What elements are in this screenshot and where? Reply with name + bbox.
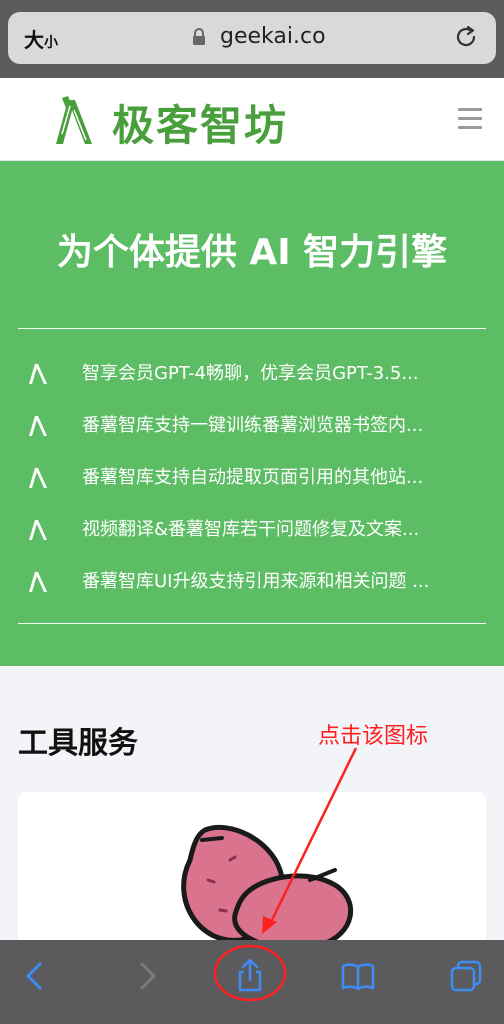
divider [18, 623, 486, 624]
menu-icon[interactable] [458, 108, 482, 130]
lock-icon [193, 28, 205, 45]
hero-section: 为个体提供 AI 智力引擎 智享会员GPT-4畅聊，优享会员GPT-3.5...… [0, 161, 504, 666]
logo-icon[interactable] [48, 92, 104, 148]
book-icon[interactable] [340, 958, 376, 994]
news-item[interactable]: 智享会员GPT-4畅聊，优享会员GPT-3.5... [0, 354, 504, 394]
annotation-circle [213, 944, 287, 1002]
news-bullet-icon [29, 416, 47, 436]
news-text: 番薯智库支持一键训练番薯浏览器书签内... [82, 415, 424, 436]
section-title: 工具服务 [18, 726, 138, 761]
reload-icon[interactable] [454, 24, 480, 50]
brand-name[interactable]: 极客智坊 [112, 92, 288, 153]
site-header: 极客智坊 [0, 78, 504, 161]
text-size-button[interactable]: 大小 [24, 24, 58, 53]
address-bar[interactable]: 大小 geekai.co [8, 12, 496, 64]
news-item[interactable]: 番薯智库支持自动提取页面引用的其他站... [0, 458, 504, 498]
news-text: 智享会员GPT-4畅聊，优享会员GPT-3.5... [82, 363, 419, 384]
tabs-icon[interactable] [448, 958, 484, 994]
chevron-right-icon[interactable] [128, 958, 164, 994]
news-text: 番薯智库UI升级支持引用来源和相关问题 ... [82, 571, 430, 592]
browser-top-bar: 大小 geekai.co [0, 0, 504, 78]
chevron-left-icon[interactable] [18, 958, 54, 994]
news-item[interactable]: 番薯智库支持一键训练番薯浏览器书签内... [0, 406, 504, 446]
annotation-text: 点击该图标 [318, 724, 429, 749]
browser-bottom-bar [0, 940, 504, 1024]
hero-title: 为个体提供 AI 智力引擎 [56, 232, 448, 273]
news-text: 番薯智库支持自动提取页面引用的其他站... [82, 467, 424, 488]
text-size-label-small: 小 [44, 35, 58, 51]
news-bullet-icon [29, 572, 47, 592]
text-size-label: 大 [24, 28, 44, 52]
sweet-potato-icon [181, 824, 353, 950]
news-text: 视频翻译&番薯智库若干问题修复及文案... [82, 519, 420, 540]
news-bullet-icon [29, 364, 47, 384]
news-bullet-icon [29, 468, 47, 488]
news-item[interactable]: 番薯智库UI升级支持引用来源和相关问题 ... [0, 562, 504, 602]
news-item[interactable]: 视频翻译&番薯智库若干问题修复及文案... [0, 510, 504, 550]
news-bullet-icon [29, 520, 47, 540]
url-text: geekai.co [220, 24, 326, 49]
divider [18, 328, 486, 329]
